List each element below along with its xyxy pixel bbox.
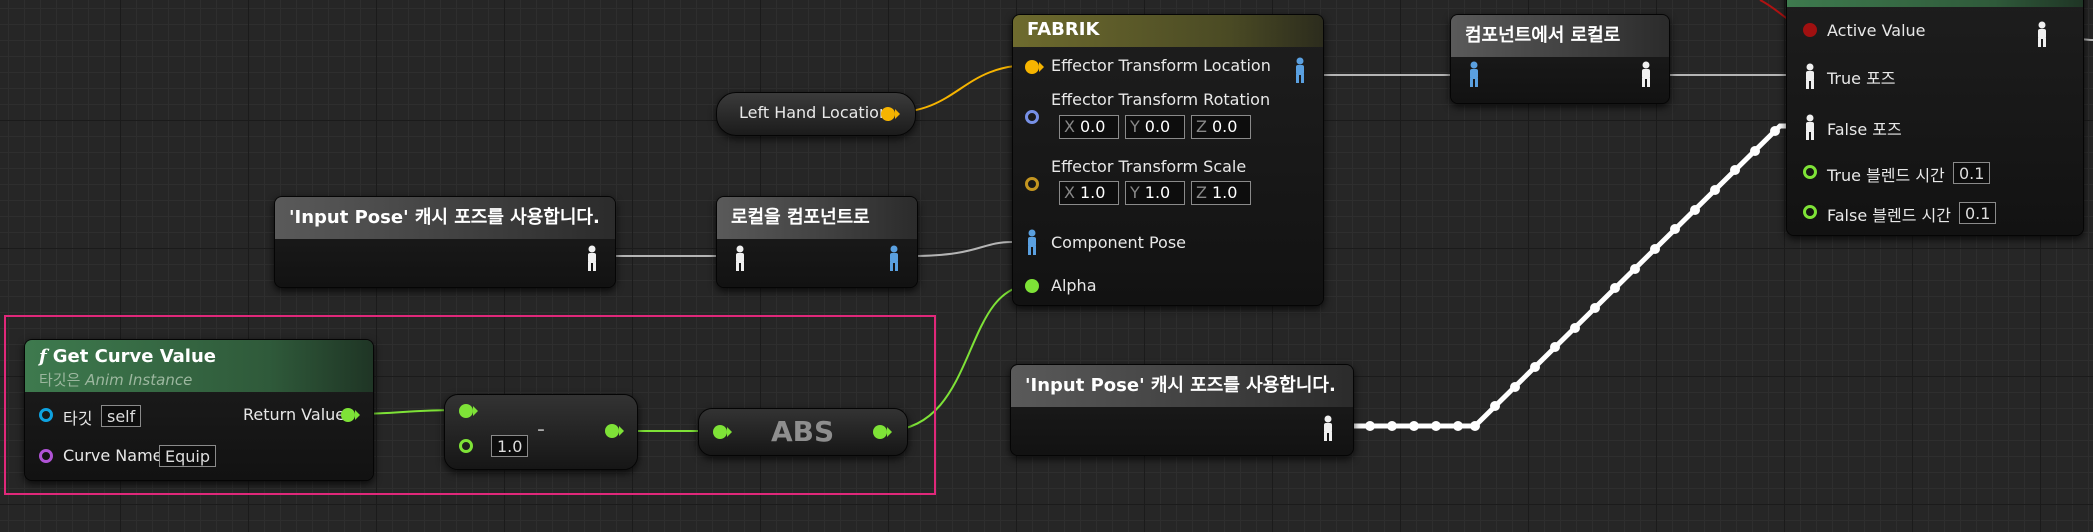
pose-icon[interactable] xyxy=(1293,57,1307,83)
component-to-local-title: 컴포넌트에서 로컬로 xyxy=(1451,15,1669,57)
left-hand-location-label: Left Hand Location xyxy=(739,103,890,122)
fabrik-title: FABRIK xyxy=(1013,15,1323,47)
function-icon: f xyxy=(39,346,47,367)
pose-icon[interactable] xyxy=(1803,114,1817,140)
subtract-output-pin[interactable] xyxy=(605,424,619,438)
false-pose-label: False 포즈 xyxy=(1827,120,1902,139)
pose-icon[interactable] xyxy=(733,245,747,271)
rotation-z-field[interactable]: Z 0.0 xyxy=(1191,115,1251,139)
left-hand-location-node[interactable]: Left Hand Location xyxy=(716,92,916,136)
rotation-x-field[interactable]: X 0.0 xyxy=(1059,115,1119,139)
abs-title: ABS xyxy=(771,415,835,448)
rotation-y-field[interactable]: Y 0.0 xyxy=(1125,115,1185,139)
subtract-input-b-field[interactable]: 1.0 xyxy=(491,435,529,457)
abs-node[interactable]: ABS xyxy=(698,408,908,456)
pose-icon[interactable] xyxy=(1639,61,1653,87)
return-value-pin[interactable] xyxy=(341,408,355,422)
subtract-node[interactable]: 1.0 - xyxy=(444,394,638,470)
curve-name-pin[interactable] xyxy=(39,449,53,463)
curve-name-label: Curve Name xyxy=(63,446,163,465)
left-hand-location-pin[interactable] xyxy=(881,107,895,121)
true-blend-time-field[interactable]: 0.1 xyxy=(1953,162,1991,184)
true-pose-label: True 포즈 xyxy=(1827,69,1896,88)
get-curve-value-subtitle: 타깃은 Anim Instance xyxy=(39,371,193,389)
cached-pose-1-title: 'Input Pose' 캐시 포즈를 사용합니다. xyxy=(275,197,615,239)
local-to-component-title: 로컬을 컴포넌트로 xyxy=(717,197,917,239)
scale-y-field[interactable]: Y 1.0 xyxy=(1125,181,1185,205)
alpha-label: Alpha xyxy=(1051,276,1097,295)
active-value-label: Active Value xyxy=(1827,21,1926,40)
cached-pose-node-2[interactable]: 'Input Pose' 캐시 포즈를 사용합니다. xyxy=(1010,364,1354,456)
return-value-label: Return Value xyxy=(243,405,346,424)
abs-output-pin[interactable] xyxy=(873,425,887,439)
true-blend-time-pin[interactable] xyxy=(1803,165,1817,179)
alpha-pin[interactable] xyxy=(1025,279,1039,293)
false-blend-time-field[interactable]: 0.1 xyxy=(1959,202,1997,224)
cached-pose-2-title: 'Input Pose' 캐시 포즈를 사용합니다. xyxy=(1011,365,1353,407)
subtract-input-a-pin[interactable] xyxy=(459,404,473,418)
cached-pose-node-1[interactable]: 'Input Pose' 캐시 포즈를 사용합니다. xyxy=(274,196,616,288)
false-blend-time-label: False 블렌드 시간 xyxy=(1827,206,1951,225)
pose-icon[interactable] xyxy=(2035,21,2049,47)
true-blend-time-label: True 블렌드 시간 xyxy=(1827,166,1945,185)
subtract-operator: - xyxy=(537,417,545,442)
wire-cache2-to-falsepose xyxy=(1352,123,1808,429)
false-blend-time-pin[interactable] xyxy=(1803,205,1817,219)
get-curve-value-node[interactable]: f Get Curve Value 타깃은 Anim Instance 타깃 se… xyxy=(24,339,374,481)
scale-z-field[interactable]: Z 1.0 xyxy=(1191,181,1251,205)
component-to-local-node[interactable]: 컴포넌트에서 로컬로 xyxy=(1450,14,1670,104)
local-to-component-node[interactable]: 로컬을 컴포넌트로 xyxy=(716,196,918,288)
get-curve-value-title: Get Curve Value xyxy=(52,346,216,367)
wire-local-to-componentpose xyxy=(909,241,1013,257)
curve-name-field[interactable]: Equip xyxy=(159,445,217,467)
target-pin[interactable] xyxy=(39,408,53,422)
target-field[interactable]: self xyxy=(101,405,142,427)
effector-location-pin[interactable] xyxy=(1025,60,1039,74)
blend-poses-node[interactable]: Active Value True 포즈 False 포즈 True 블렌드 시… xyxy=(1786,0,2084,236)
pose-icon[interactable] xyxy=(1321,415,1335,441)
component-pose-label: Component Pose xyxy=(1051,233,1187,252)
scale-x-field[interactable]: X 1.0 xyxy=(1059,181,1119,205)
active-value-pin[interactable] xyxy=(1803,23,1817,37)
effector-rotation-pin[interactable] xyxy=(1025,110,1039,124)
subtract-input-b-pin[interactable] xyxy=(459,439,473,453)
pose-icon[interactable] xyxy=(585,245,599,271)
effector-scale-pin[interactable] xyxy=(1025,177,1039,191)
fabrik-node[interactable]: FABRIK Effector Transform Location Effec… xyxy=(1012,14,1324,306)
pose-icon[interactable] xyxy=(1467,61,1481,87)
pose-icon[interactable] xyxy=(1803,63,1817,89)
target-label: 타깃 xyxy=(63,409,93,428)
abs-input-pin[interactable] xyxy=(713,425,727,439)
effector-rotation-label: Effector Transform Rotation xyxy=(1051,90,1271,109)
effector-location-label: Effector Transform Location xyxy=(1051,56,1271,75)
wire-bubbles xyxy=(1365,126,1780,431)
pose-icon[interactable] xyxy=(1025,229,1039,255)
effector-scale-label: Effector Transform Scale xyxy=(1051,157,1247,176)
pose-icon[interactable] xyxy=(887,245,901,271)
